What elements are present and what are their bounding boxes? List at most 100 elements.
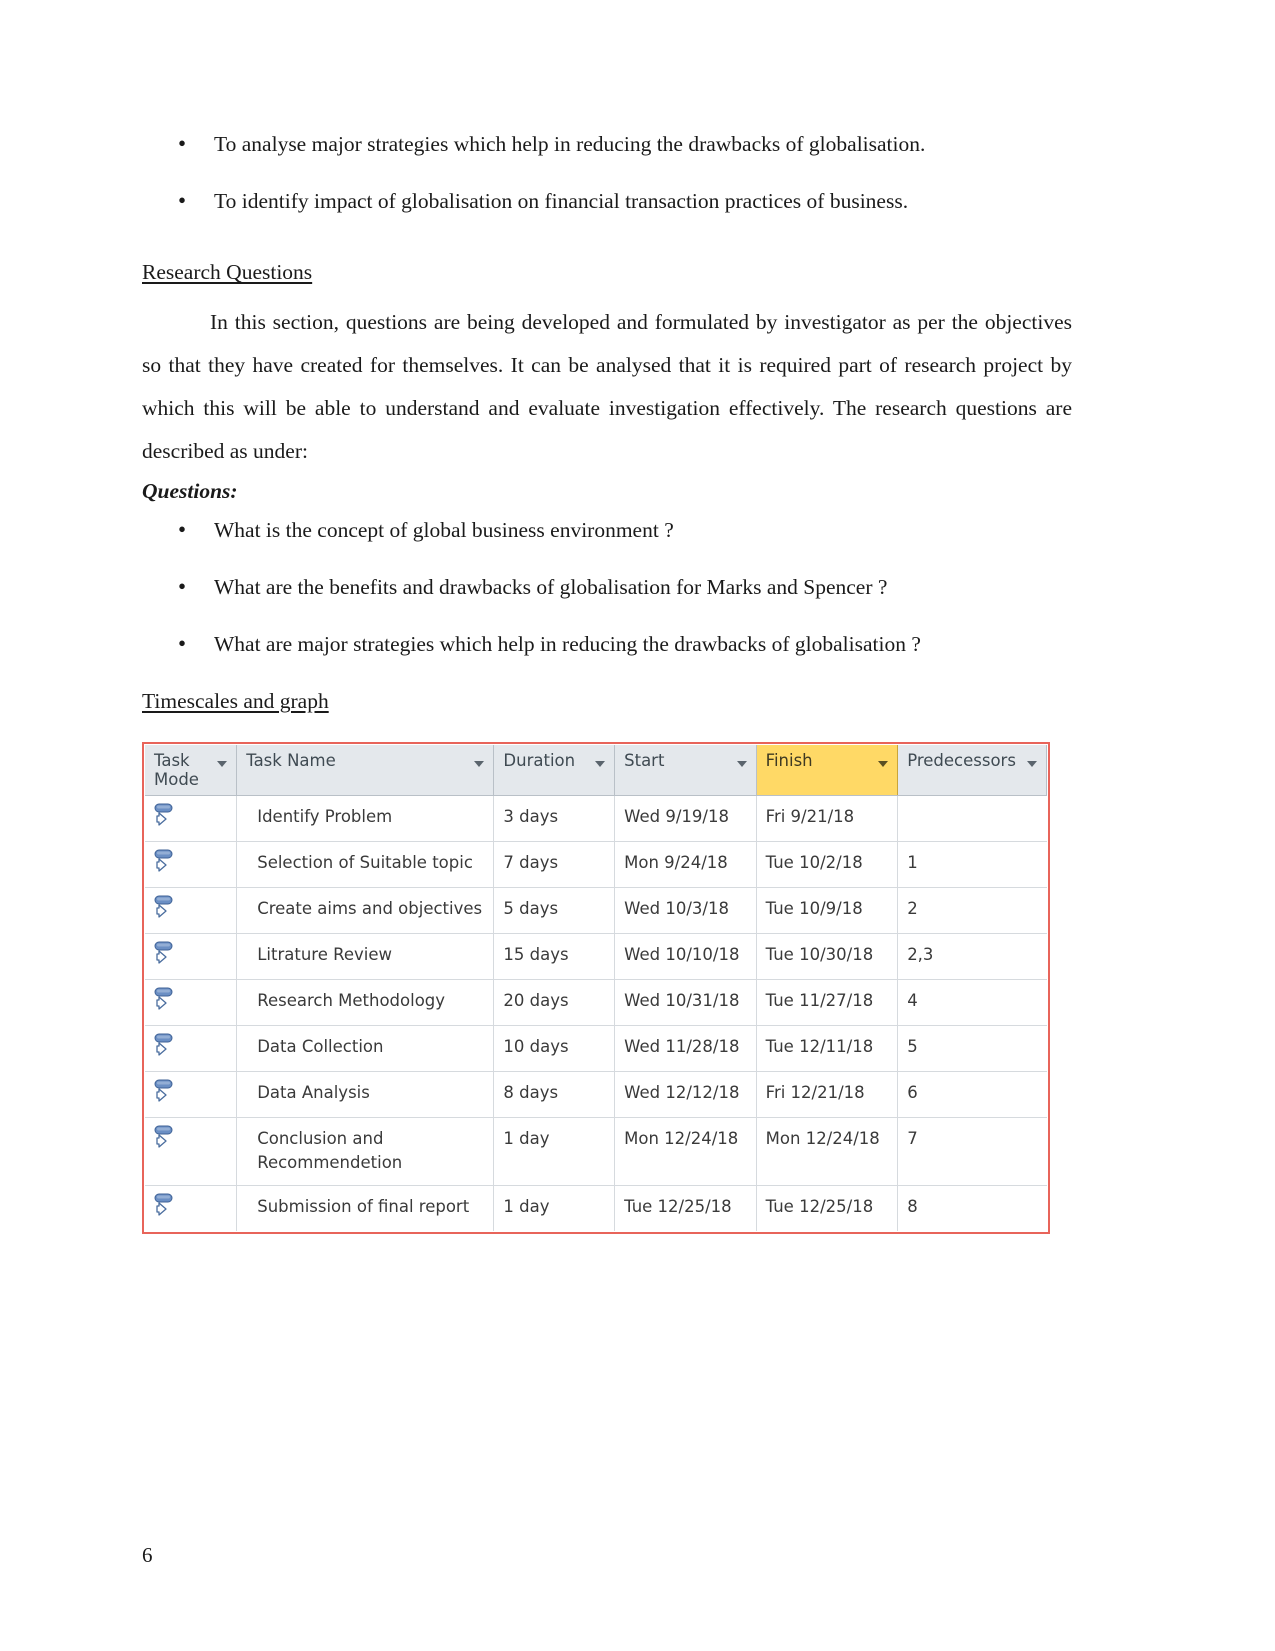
table-row[interactable]: Create aims and objectives 5 days Wed 10/3… xyxy=(145,887,1047,935)
cell-predecessors[interactable]: 8 xyxy=(898,1185,1047,1231)
cell-duration[interactable]: 15 days xyxy=(493,933,616,981)
cell-duration[interactable]: 7 days xyxy=(493,841,616,889)
cell-task-mode[interactable] xyxy=(145,795,238,843)
cell-task-mode[interactable] xyxy=(145,1117,238,1186)
cell-start[interactable]: Wed 10/10/18 xyxy=(614,933,757,981)
cell-task-name[interactable]: Data Collection xyxy=(236,1025,495,1073)
table-row[interactable]: Litrature Review 15 days Wed 10/10/18 Tue 1… xyxy=(145,933,1047,981)
column-header-task-name[interactable]: Task Name xyxy=(236,745,495,797)
cell-finish[interactable]: Mon 12/24/18 xyxy=(756,1117,899,1186)
cell-predecessors[interactable]: 2,3 xyxy=(897,933,1047,981)
cell-start[interactable]: Wed 9/19/18 xyxy=(614,795,757,843)
cell-task-mode[interactable] xyxy=(145,887,238,935)
cell-task-mode[interactable] xyxy=(145,979,238,1027)
question-text: What is the concept of global business e… xyxy=(214,518,674,543)
cell-task-name[interactable]: Litrature Review xyxy=(236,933,495,981)
cell-duration[interactable]: 1 day xyxy=(493,1185,616,1232)
cell-start[interactable]: Mon 12/24/18 xyxy=(614,1117,757,1186)
cell-task-name[interactable]: Submission of final report xyxy=(236,1185,495,1232)
auto-schedule-icon xyxy=(153,1124,227,1152)
column-header-start[interactable]: Start xyxy=(614,745,757,797)
cell-task-name[interactable]: Selection of Suitable topic xyxy=(236,841,495,889)
column-header-task-mode[interactable]: Task Mode xyxy=(145,745,238,797)
table-row[interactable]: Submission of final report 1 day Tue 12/25… xyxy=(145,1185,1047,1232)
research-questions-paragraph: In this section, questions are being dev… xyxy=(142,310,1072,464)
cell-start[interactable]: Tue 12/25/18 xyxy=(614,1185,757,1232)
column-header-predecessors[interactable]: Predecessors xyxy=(897,745,1047,797)
page-number: 6 xyxy=(142,1543,153,1567)
cell-predecessors[interactable]: 4 xyxy=(897,979,1047,1027)
auto-schedule-icon xyxy=(153,1192,227,1220)
auto-schedule-icon xyxy=(153,940,227,968)
cell-finish[interactable]: Tue 12/25/18 xyxy=(756,1185,899,1232)
cell-duration[interactable]: 8 days xyxy=(493,1071,616,1119)
list-item: What are major strategies which help in … xyxy=(142,628,1072,659)
table-row[interactable]: Data Analysis 8 days Wed 12/12/18 Fri 12/21… xyxy=(145,1071,1047,1119)
cell-start[interactable]: Wed 12/12/18 xyxy=(614,1071,757,1119)
chevron-down-icon[interactable] xyxy=(595,761,606,768)
cell-task-mode[interactable] xyxy=(145,933,238,981)
cell-duration[interactable]: 5 days xyxy=(493,887,616,935)
cell-task-name[interactable]: Conclusion and Recommendetion xyxy=(236,1117,495,1186)
column-header-finish[interactable]: Finish xyxy=(756,745,899,797)
cell-finish[interactable]: Fri 9/21/18 xyxy=(756,795,899,843)
column-header-label: Duration xyxy=(503,751,576,771)
cell-predecessors[interactable] xyxy=(897,795,1047,843)
cell-start[interactable]: Wed 10/31/18 xyxy=(614,979,757,1027)
cell-finish[interactable]: Tue 10/9/18 xyxy=(756,887,899,935)
cell-duration[interactable]: 10 days xyxy=(493,1025,616,1073)
cell-duration[interactable]: 20 days xyxy=(493,979,616,1027)
list-item: What is the concept of global business e… xyxy=(142,514,1072,545)
project-schedule-table-container: Task Mode Task Name Duration Start Finis… xyxy=(142,742,1050,1235)
table-row[interactable]: Selection of Suitable topic 7 days Mon 9/2… xyxy=(145,841,1047,889)
list-item: What are the benefits and drawbacks of g… xyxy=(142,571,1072,602)
cell-start[interactable]: Wed 11/28/18 xyxy=(614,1025,757,1073)
cell-finish[interactable]: Tue 10/30/18 xyxy=(756,933,899,981)
cell-task-name[interactable]: Identify Problem xyxy=(236,795,495,843)
table-header: Task Mode Task Name Duration Start Finis… xyxy=(145,745,1047,797)
chevron-down-icon[interactable] xyxy=(217,761,228,768)
column-header-label: Task Name xyxy=(246,751,336,771)
auto-schedule-icon xyxy=(153,1078,227,1106)
column-header-label: Predecessors xyxy=(907,751,1016,771)
list-item: To identify impact of globalisation on f… xyxy=(142,185,1072,216)
cell-finish[interactable]: Tue 10/2/18 xyxy=(756,841,899,889)
table-row[interactable]: Identify Problem 3 days Wed 9/19/18 Fri 9/2… xyxy=(145,795,1047,843)
column-header-label: Task Mode xyxy=(154,751,199,790)
cell-finish[interactable]: Fri 12/21/18 xyxy=(756,1071,899,1119)
column-header-duration[interactable]: Duration xyxy=(493,745,616,797)
cell-task-mode[interactable] xyxy=(145,1185,238,1232)
objective-text: To analyse major strategies which help i… xyxy=(214,132,926,156)
question-text: What are major strategies which help in … xyxy=(214,632,921,657)
cell-task-name[interactable]: Research Methodology xyxy=(236,979,495,1027)
auto-schedule-icon xyxy=(153,802,227,830)
cell-predecessors[interactable]: 1 xyxy=(897,841,1047,889)
cell-finish[interactable]: Tue 12/11/18 xyxy=(756,1025,899,1073)
table-row[interactable]: Research Methodology 20 days Wed 10/31/18 T… xyxy=(145,979,1047,1027)
chevron-down-icon[interactable] xyxy=(1027,761,1037,768)
cell-task-name[interactable]: Data Analysis xyxy=(236,1071,495,1119)
cell-predecessors[interactable]: 2 xyxy=(897,887,1047,935)
questions-bullet-list: What is the concept of global business e… xyxy=(142,514,1072,659)
cell-start[interactable]: Mon 9/24/18 xyxy=(614,841,757,889)
cell-duration[interactable]: 1 day xyxy=(493,1117,616,1186)
table-header-row: Task Mode Task Name Duration Start Finis… xyxy=(145,745,1047,797)
auto-schedule-icon xyxy=(153,986,227,1014)
cell-task-mode[interactable] xyxy=(145,1025,238,1073)
cell-duration[interactable]: 3 days xyxy=(493,795,616,843)
table-row[interactable]: Conclusion and Recommendetion 1 day Mon 12… xyxy=(145,1117,1047,1186)
list-item: To analyse major strategies which help i… xyxy=(142,128,1072,159)
cell-predecessors[interactable]: 7 xyxy=(897,1117,1047,1186)
chevron-down-icon[interactable] xyxy=(736,761,747,768)
cell-finish[interactable]: Tue 11/27/18 xyxy=(756,979,899,1027)
cell-task-mode[interactable] xyxy=(145,1071,238,1119)
cell-task-mode[interactable] xyxy=(145,841,238,889)
cell-start[interactable]: Wed 10/3/18 xyxy=(614,887,757,935)
cell-task-name[interactable]: Create aims and objectives xyxy=(236,887,495,935)
chevron-down-icon[interactable] xyxy=(474,761,485,768)
table-row[interactable]: Data Collection 10 days Wed 11/28/18 Tue 12… xyxy=(145,1025,1047,1073)
cell-predecessors[interactable]: 6 xyxy=(897,1071,1047,1119)
cell-predecessors[interactable]: 5 xyxy=(897,1025,1047,1073)
auto-schedule-icon xyxy=(153,1032,227,1060)
chevron-down-icon[interactable] xyxy=(878,761,889,768)
